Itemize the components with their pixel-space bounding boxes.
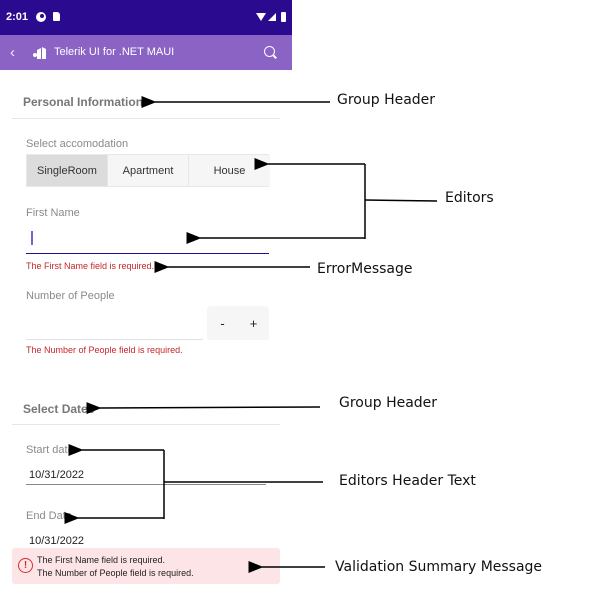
accommodation-label: Select accomodation <box>26 138 129 150</box>
app-bar: ‹ Telerik UI for .NET MAUI <box>0 35 292 70</box>
status-bar: 2:01 <box>0 0 292 35</box>
telerik-logo-icon <box>33 47 46 59</box>
first-name-input[interactable] <box>26 226 269 254</box>
notification-icon <box>36 12 46 22</box>
error-icon: ! <box>18 558 33 573</box>
annotation-editors: Editors <box>445 190 494 206</box>
battery-icon <box>281 12 286 22</box>
search-icon[interactable] <box>264 46 275 57</box>
annotation-editors-header-text: Editors Header Text <box>339 473 476 489</box>
summary-message: The First Name field is required. <box>37 555 166 565</box>
first-name-error: The First Name field is required. <box>26 261 155 271</box>
number-of-people-label: Number of People <box>26 290 115 302</box>
bracket-editors-stem <box>364 199 438 202</box>
app-title: Telerik UI for .NET MAUI <box>54 46 175 58</box>
segment-apartment[interactable]: Apartment <box>108 155 189 186</box>
first-name-label: First Name <box>26 207 80 219</box>
start-date-label: Start date <box>26 444 74 456</box>
segment-singleroom[interactable]: SingleRoom <box>27 155 108 186</box>
group-header-select-dates: Select Dates <box>23 402 95 416</box>
annotation-error-message: ErrorMessage <box>317 261 413 277</box>
segment-house[interactable]: House <box>189 155 270 186</box>
validation-summary: ! The First Name field is required. The … <box>12 548 280 584</box>
end-date-picker[interactable]: 10/31/2022 <box>29 535 84 547</box>
group-divider <box>12 424 280 425</box>
number-of-people-stepper: - + <box>207 306 269 340</box>
end-date-label: End Date <box>26 510 72 522</box>
group-header-personal-information: Personal Information <box>23 95 144 109</box>
decrement-button[interactable]: - <box>207 306 238 340</box>
sim-card-icon <box>53 12 60 21</box>
increment-button[interactable]: + <box>238 306 269 340</box>
annotation-group-header: Group Header <box>339 395 438 411</box>
annotation-group-header: Group Header <box>337 92 436 108</box>
status-time: 2:01 <box>6 11 29 23</box>
accommodation-segmented-control: SingleRoom Apartment House <box>26 154 270 187</box>
summary-message: The Number of People field is required. <box>37 568 194 578</box>
start-date-underline <box>26 484 266 485</box>
group-divider <box>12 118 280 119</box>
signal-icon <box>268 13 276 21</box>
number-of-people-error: The Number of People field is required. <box>26 345 183 355</box>
number-of-people-input[interactable] <box>26 306 203 340</box>
text-caret <box>31 231 33 245</box>
phone-screen: 2:01 ‹ Telerik UI for .NET MAUI Personal… <box>0 0 292 600</box>
chevron-left-icon[interactable]: ‹ <box>10 44 15 61</box>
annotation-validation-summary: Validation Summary Message <box>335 559 543 575</box>
wifi-icon <box>256 13 266 21</box>
start-date-picker[interactable]: 10/31/2022 <box>29 469 84 481</box>
